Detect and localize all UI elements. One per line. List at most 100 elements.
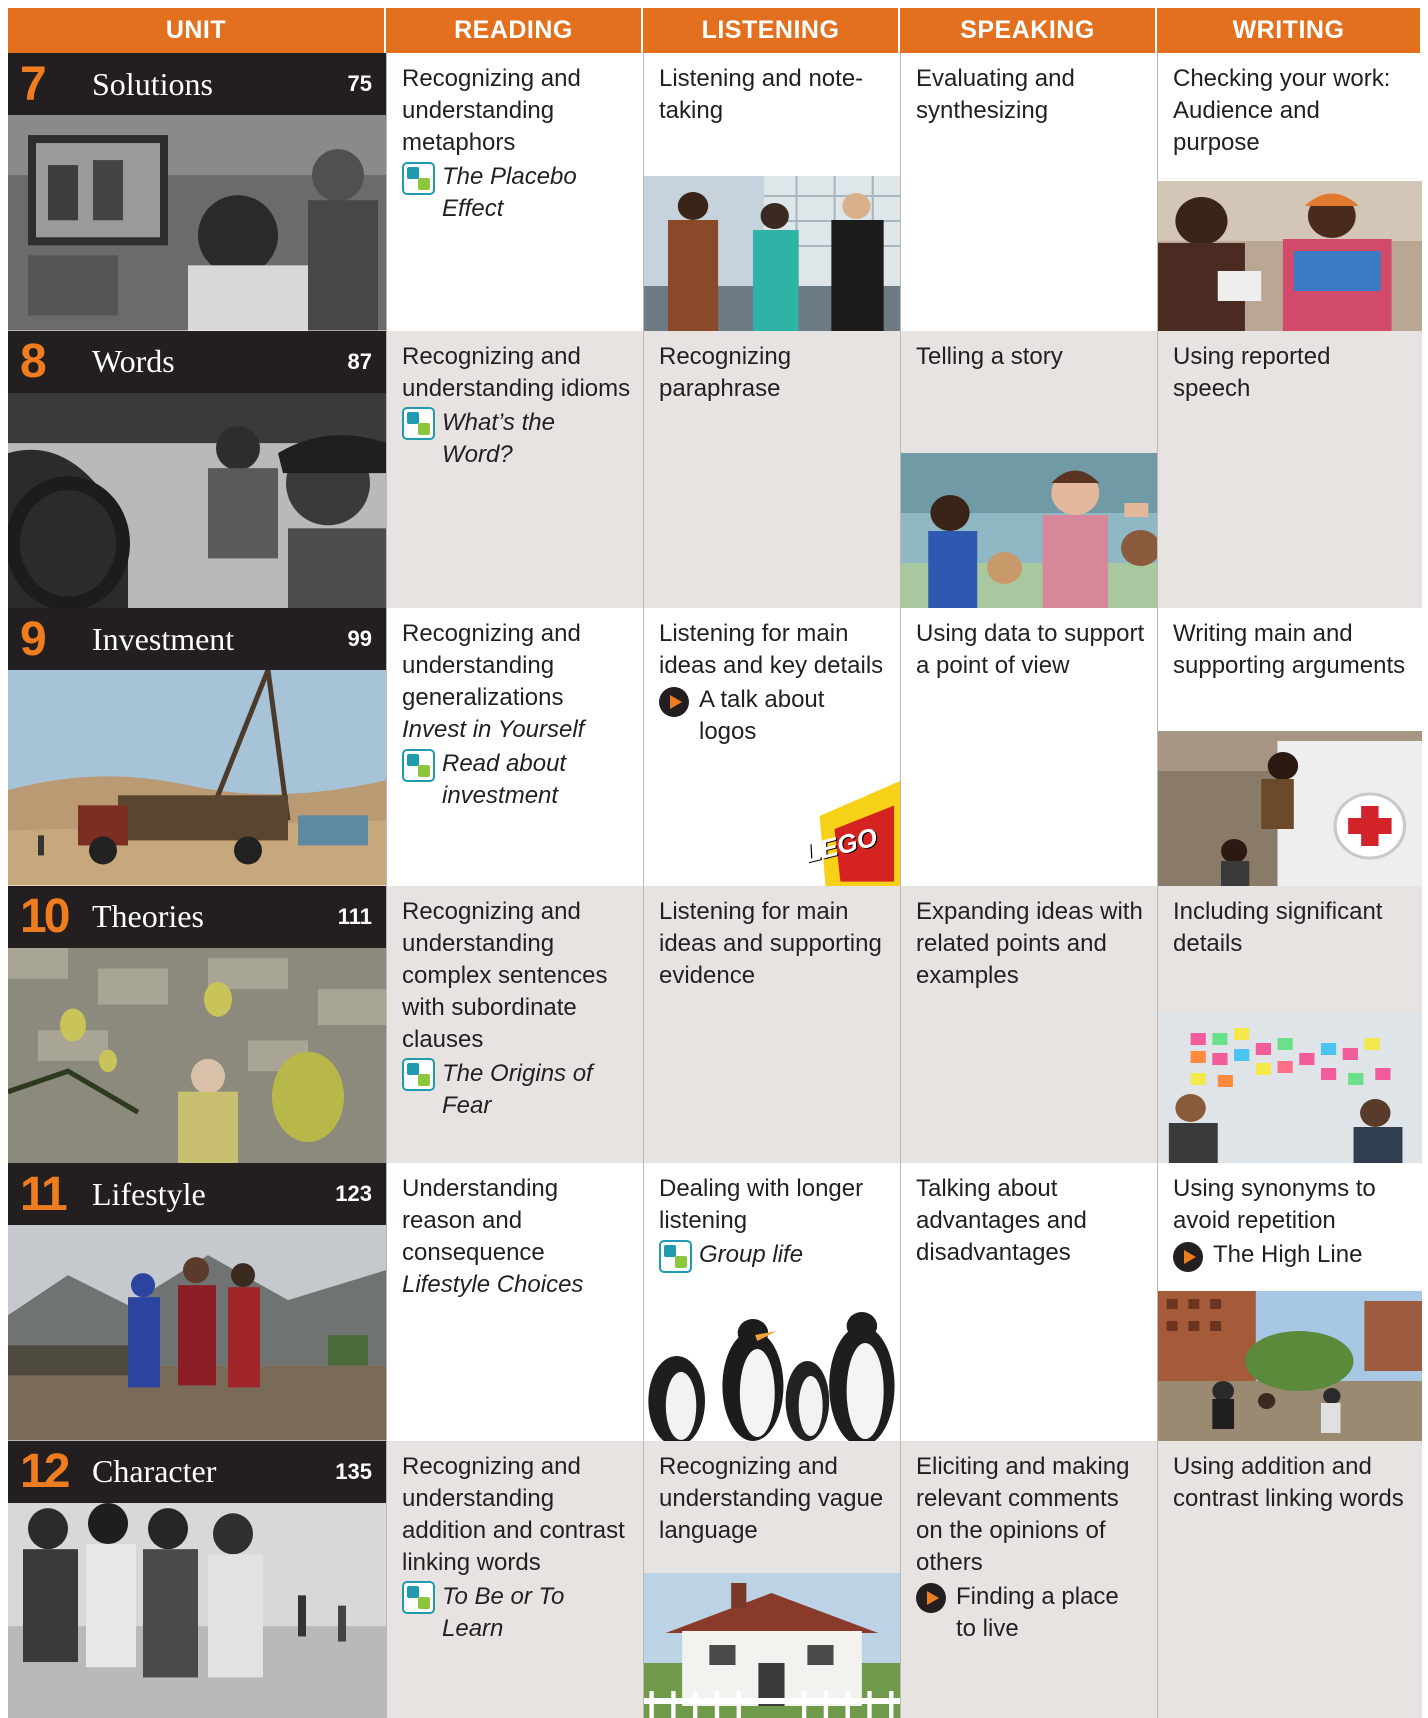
lemon-tree-photo (8, 948, 386, 1164)
resource-link[interactable]: Finding a place to live (916, 1581, 1145, 1645)
reading-skill: Recognizing and understanding addition a… (402, 1451, 631, 1579)
high-line-photo (1158, 1291, 1422, 1441)
resource-title: Finding a place to live (956, 1581, 1145, 1645)
reading-cell: Recognizing and understanding idiomsWhat… (386, 331, 643, 609)
unit-title-bar: 11Lifestyle123 (8, 1163, 386, 1225)
listening-skill: Dealing with longer listening (659, 1173, 888, 1237)
unit-page-number: 111 (338, 904, 372, 930)
listening-skill: Listening for main ideas and key details (659, 618, 888, 682)
reading-skill: Recognizing and understanding complex se… (402, 896, 631, 1056)
resource-title: What’s the Word? (442, 407, 631, 471)
unit-title-bar: 9Investment99 (8, 608, 386, 670)
unit-name: Lifestyle (92, 1176, 335, 1213)
unit-9[interactable]: 9Investment99 (8, 608, 386, 886)
reading-skill: Recognizing and understanding generaliza… (402, 618, 631, 714)
sticky-notes-photo (1158, 1013, 1422, 1163)
unit-title-bar: 7Solutions75 (8, 53, 386, 115)
speaking-cell: Telling a story (900, 331, 1157, 609)
play-icon[interactable] (659, 687, 689, 717)
listening-skill: Recognizing paraphrase (659, 341, 888, 405)
unit-page-number: 87 (348, 349, 372, 375)
play-icon[interactable] (1173, 1242, 1203, 1272)
barber-shop-photo (8, 115, 386, 331)
unit-8[interactable]: 8Words87 (8, 331, 386, 609)
listening-cell: Listening for main ideas and key details… (643, 608, 900, 886)
unit-12[interactable]: 12Character135 (8, 1441, 386, 1718)
reading-cell: Understanding reason and consequenceLife… (386, 1163, 643, 1441)
resource-link[interactable]: The Placebo Effect (402, 161, 631, 225)
speaking-cell: Using data to support a point of view (900, 608, 1157, 886)
unit-number: 9 (20, 612, 92, 667)
header-writing: WRITING (1157, 8, 1422, 53)
reading-title: Invest in Yourself (402, 714, 631, 746)
reading-cell: Recognizing and understanding generaliza… (386, 608, 643, 886)
unit-number: 10 (20, 889, 92, 944)
play-icon[interactable] (916, 1583, 946, 1613)
speaking-skill: Evaluating and synthesizing (916, 63, 1145, 127)
writing-skill: Using addition and contrast linking word… (1173, 1451, 1410, 1515)
writing-cell: Checking your work: Audience and purpose (1157, 53, 1422, 331)
unit-7[interactable]: 7Solutions75 (8, 53, 386, 331)
speaking-cell: Evaluating and synthesizing (900, 53, 1157, 331)
qr-icon[interactable] (402, 162, 435, 195)
resource-title: The High Line (1213, 1239, 1362, 1271)
qr-icon[interactable] (402, 1058, 435, 1091)
resource-title: The Placebo Effect (442, 161, 631, 225)
speaking-cell: Eliciting and making relevant comments o… (900, 1441, 1157, 1718)
writing-cell: Writing main and supporting arguments (1157, 608, 1422, 886)
contents-table: UNIT READING LISTENING SPEAKING WRITING … (8, 8, 1422, 1712)
resource-link[interactable]: The High Line (1173, 1239, 1410, 1273)
writing-skill: Writing main and supporting arguments (1173, 618, 1410, 682)
listening-cell: Dealing with longer listeningGroup life (643, 1163, 900, 1441)
header-unit: UNIT (8, 8, 386, 53)
writing-cell: Using reported speech (1157, 331, 1422, 609)
reading-skill: Understanding reason and consequence (402, 1173, 631, 1269)
writing-skill: Including significant details (1173, 896, 1410, 960)
writing-skill: Checking your work: Audience and purpose (1173, 63, 1410, 159)
penguins-photo (644, 1291, 900, 1441)
qr-icon[interactable] (402, 407, 435, 440)
unit-title-bar: 10Theories111 (8, 886, 386, 948)
unit-title-bar: 8Words87 (8, 331, 386, 393)
writing-cell: Using synonyms to avoid repetitionThe Hi… (1157, 1163, 1422, 1441)
resource-title: A talk about logos (699, 684, 888, 748)
writing-cell: Using addition and contrast linking word… (1157, 1441, 1422, 1718)
resource-title: To Be or To Learn (442, 1581, 631, 1645)
storytelling-photo (901, 453, 1157, 608)
unit-10[interactable]: 10Theories111 (8, 886, 386, 1164)
resource-link[interactable]: To Be or To Learn (402, 1581, 631, 1645)
header-listening: LISTENING (643, 8, 900, 53)
unit-number: 7 (20, 57, 92, 112)
unit-11[interactable]: 11Lifestyle123 (8, 1163, 386, 1441)
speaking-skill: Expanding ideas with related points and … (916, 896, 1145, 992)
listening-cell: Recognizing paraphrase (643, 331, 900, 609)
speaking-skill: Telling a story (916, 341, 1145, 373)
reading-title: Lifestyle Choices (402, 1269, 631, 1301)
unit-page-number: 123 (335, 1181, 372, 1207)
unit-name: Solutions (92, 66, 348, 103)
speaking-skill: Using data to support a point of view (916, 618, 1145, 682)
unit-name: Theories (92, 898, 338, 935)
resource-link[interactable]: Read about investment (402, 748, 631, 812)
reading-skill: Recognizing and understanding idioms (402, 341, 631, 405)
resource-title: Group life (699, 1239, 803, 1271)
red-cross-van-photo (1158, 731, 1422, 886)
writing-cell: Including significant details (1157, 886, 1422, 1164)
listening-cell: Listening for main ideas and supporting … (643, 886, 900, 1164)
reading-cell: Recognizing and understanding complex se… (386, 886, 643, 1164)
unit-number: 8 (20, 334, 92, 389)
speaking-skill: Talking about advantages and disadvantag… (916, 1173, 1145, 1269)
resource-link[interactable]: The Origins of Fear (402, 1058, 631, 1122)
writing-skill: Using synonyms to avoid repetition (1173, 1173, 1410, 1237)
unit-number: 11 (20, 1167, 92, 1222)
listening-cell: Listening and note-taking (643, 53, 900, 331)
resource-link[interactable]: A talk about logos (659, 684, 888, 748)
resource-link[interactable]: What’s the Word? (402, 407, 631, 471)
qr-icon[interactable] (659, 1240, 692, 1273)
qr-icon[interactable] (402, 1581, 435, 1614)
resource-link[interactable]: Group life (659, 1239, 888, 1273)
header-reading: READING (386, 8, 643, 53)
family-photo (8, 1225, 386, 1441)
qr-icon[interactable] (402, 749, 435, 782)
unit-number: 12 (20, 1444, 92, 1499)
